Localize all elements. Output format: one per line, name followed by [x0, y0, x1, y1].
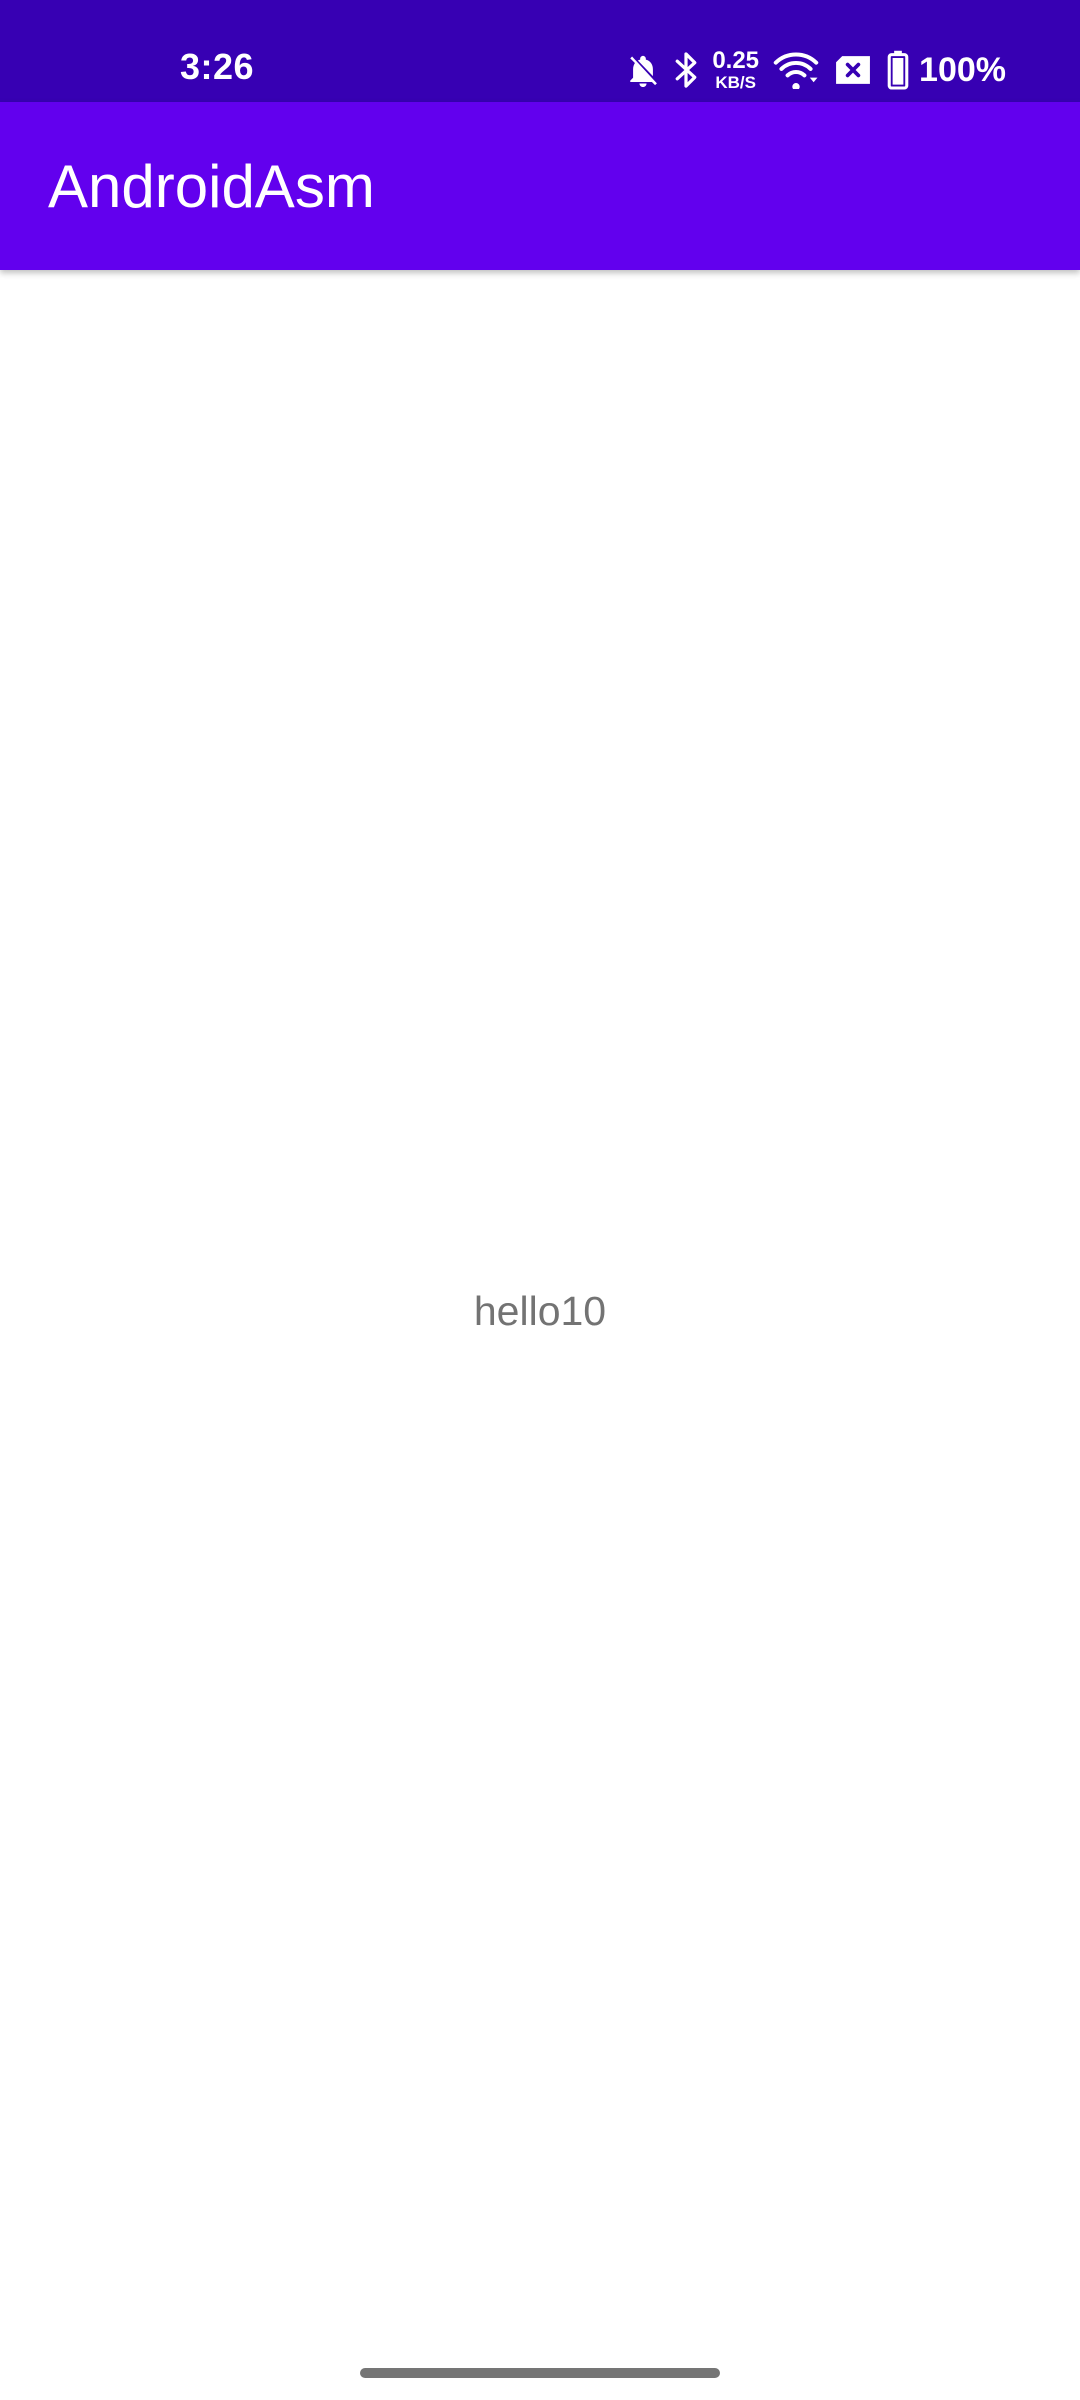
- net-speed-value: 0.25: [712, 47, 760, 74]
- sim-error-icon: [833, 53, 873, 87]
- gesture-nav-handle[interactable]: [360, 2368, 720, 2378]
- hello-text: hello10: [473, 1288, 607, 1334]
- net-speed-indicator: 0.25 KB/S: [712, 47, 760, 92]
- battery-icon: [887, 50, 909, 90]
- app-title: AndroidAsm: [48, 153, 375, 220]
- bell-off-icon: [626, 51, 660, 89]
- wifi-icon: [773, 51, 819, 89]
- app-bar: AndroidAsm: [0, 102, 1080, 270]
- net-speed-unit: KB/S: [715, 73, 756, 92]
- status-bar: 3:26 0.25 KB/S 100%: [0, 0, 1080, 102]
- main-content: hello10: [0, 270, 1080, 2400]
- app-screen: 3:26 0.25 KB/S 100% AndroidAsm hello10: [0, 0, 1080, 2400]
- bluetooth-icon: [674, 51, 698, 89]
- status-time: 3:26: [180, 46, 255, 87]
- status-icons: 0.25 KB/S 100%: [626, 48, 1006, 92]
- battery-percent: 100%: [919, 50, 1006, 89]
